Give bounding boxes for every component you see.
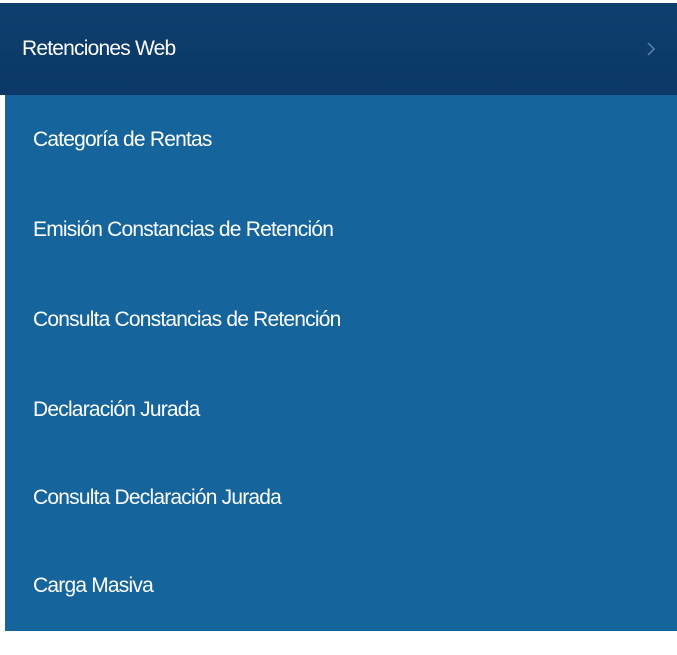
submenu-item-label: Consulta Constancias de Retención (33, 308, 341, 331)
chevron-right-icon (645, 42, 657, 56)
submenu-item-label: Categoría de Rentas (33, 128, 212, 151)
submenu-item-consulta-declaracion-jurada[interactable]: Consulta Declaración Jurada (5, 453, 677, 543)
submenu-item-label: Declaración Jurada (33, 398, 200, 421)
submenu-item-label: Carga Masiva (33, 574, 154, 597)
menu-header-label: Retenciones Web (22, 37, 176, 60)
submenu-item-label: Consulta Declaración Jurada (33, 486, 282, 509)
submenu-item-categoria-de-rentas[interactable]: Categoría de Rentas (5, 95, 677, 185)
menu-frame: Retenciones Web Categoría de Rentas Emis… (0, 0, 677, 655)
submenu-item-emision-constancias[interactable]: Emisión Constancias de Retención (5, 185, 677, 275)
submenu-item-consulta-constancias[interactable]: Consulta Constancias de Retención (5, 275, 677, 365)
submenu-item-label: Emisión Constancias de Retención (33, 218, 334, 241)
submenu-item-carga-masiva[interactable]: Carga Masiva (5, 541, 677, 631)
menu-header-retenciones-web[interactable]: Retenciones Web (0, 3, 677, 95)
retenciones-web-menu: Retenciones Web Categoría de Rentas Emis… (0, 0, 677, 631)
submenu-list: Categoría de Rentas Emisión Constancias … (5, 95, 677, 631)
submenu-item-declaracion-jurada[interactable]: Declaración Jurada (5, 365, 677, 455)
